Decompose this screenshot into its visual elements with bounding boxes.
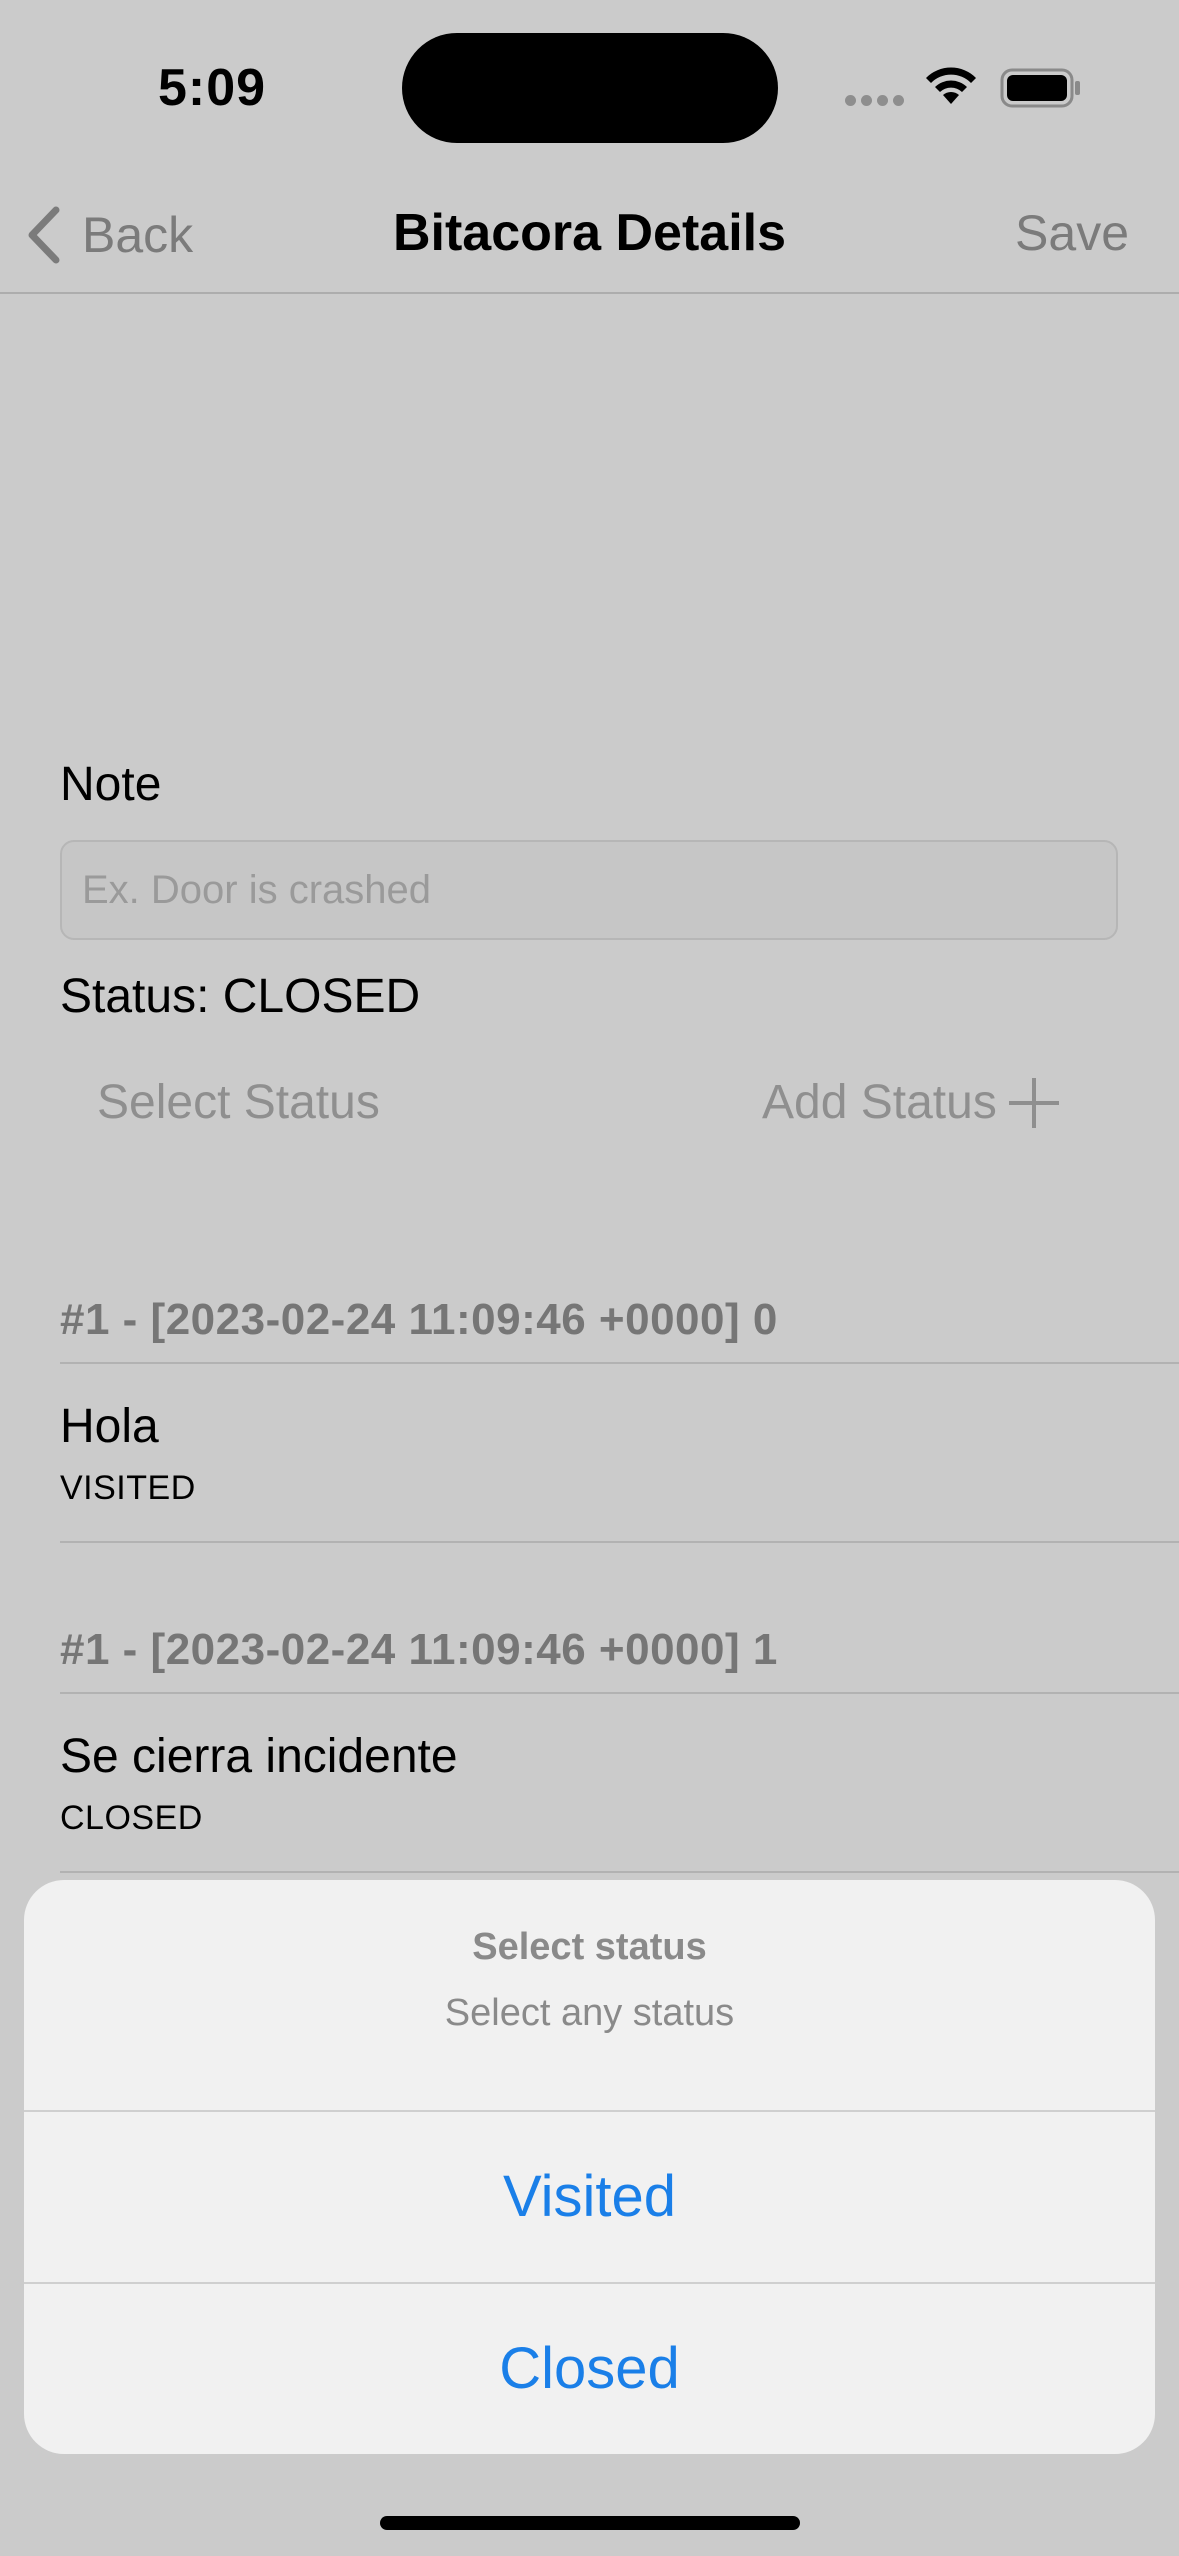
- action-sheet-header: Select status Select any status: [24, 1880, 1155, 2110]
- log-status: CLOSED: [60, 1799, 203, 1837]
- visited-option-button[interactable]: Visited: [24, 2112, 1155, 2282]
- action-sheet: Select status Select any status Visited …: [24, 1880, 1155, 2454]
- action-sheet-title: Select status: [472, 1926, 707, 1968]
- page-title: Bitacora Details: [392, 204, 787, 262]
- divider: [60, 1541, 1179, 1543]
- divider: [60, 1871, 1179, 1873]
- add-status-button[interactable]: Add Status: [762, 1070, 1061, 1136]
- navigation-bar: Back Bitacora Details Save: [0, 180, 1179, 294]
- plus-icon: [1008, 1078, 1059, 1128]
- log-section-header: #1 - [2023-02-24 11:09:46 +0000] 0: [60, 1295, 778, 1344]
- log-note: Hola: [60, 1400, 159, 1453]
- cellular-signal-icon: [845, 95, 905, 107]
- select-status-button[interactable]: Select Status: [97, 1070, 380, 1136]
- status-bar: 5:09: [0, 0, 1179, 180]
- home-indicator[interactable]: [380, 2516, 800, 2530]
- save-button[interactable]: Save: [1015, 198, 1129, 268]
- divider: [60, 1362, 1179, 1364]
- action-sheet-message: Select any status: [444, 1992, 735, 2034]
- dynamic-island: [402, 33, 778, 143]
- log-status: VISITED: [60, 1469, 196, 1507]
- log-note: Se cierra incidente: [60, 1730, 458, 1783]
- add-status-label: Add Status: [762, 1076, 997, 1129]
- closed-option-button[interactable]: Closed: [24, 2284, 1155, 2454]
- status-time: 5:09: [158, 59, 267, 117]
- note-input[interactable]: [60, 840, 1118, 940]
- note-label: Note: [60, 758, 162, 811]
- current-status: Status: CLOSED: [60, 970, 421, 1023]
- wifi-icon: [926, 67, 976, 104]
- battery-icon: [1000, 68, 1080, 108]
- log-section-header: #1 - [2023-02-24 11:09:46 +0000] 1: [60, 1625, 778, 1674]
- divider: [60, 1692, 1179, 1694]
